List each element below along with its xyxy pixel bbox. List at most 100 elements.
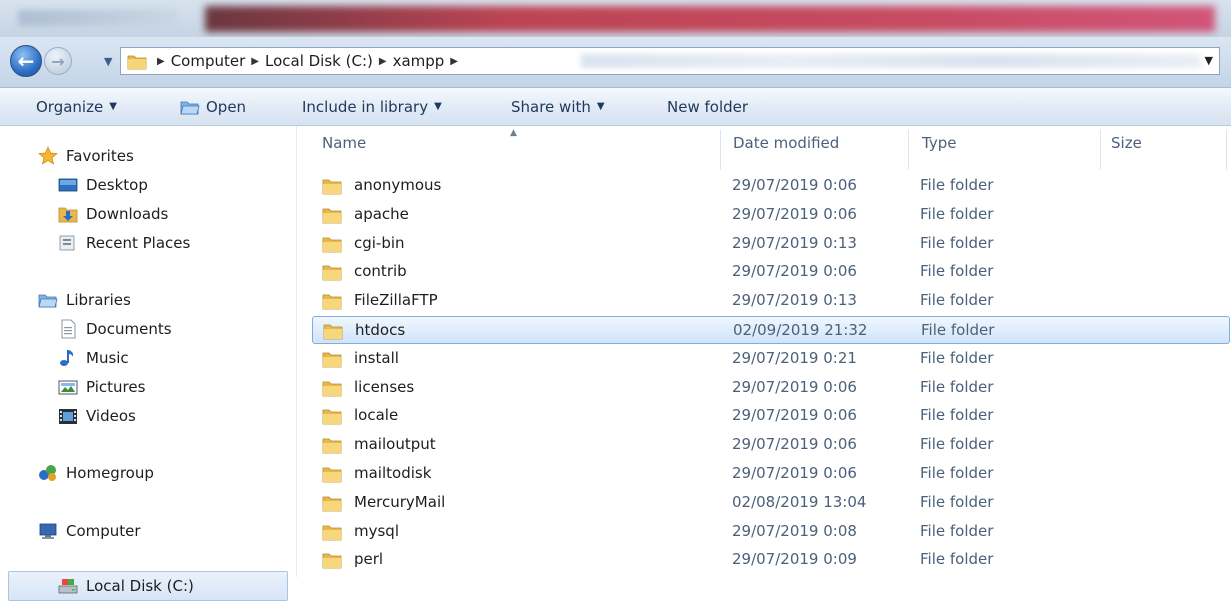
file-name[interactable]: locale bbox=[354, 406, 398, 424]
nav-desktop[interactable]: Desktop bbox=[58, 173, 148, 197]
file-row[interactable]: contrib 29/07/2019 0:06 File folder bbox=[312, 258, 1230, 286]
column-header-type[interactable]: Type bbox=[922, 134, 956, 152]
forward-arrow-icon: → bbox=[51, 51, 65, 71]
file-row[interactable]: apache 29/07/2019 0:06 File folder bbox=[312, 201, 1230, 229]
downloads-folder-icon bbox=[58, 207, 78, 223]
document-icon bbox=[61, 319, 76, 339]
file-type: File folder bbox=[920, 176, 994, 194]
file-name[interactable]: perl bbox=[354, 550, 383, 568]
homegroup-icon bbox=[39, 465, 56, 481]
recent-pages-dropdown-icon[interactable]: ▼ bbox=[104, 55, 112, 68]
nav-homegroup[interactable]: Homegroup bbox=[38, 461, 154, 485]
file-date-modified: 29/07/2019 0:06 bbox=[732, 377, 857, 396]
file-row[interactable]: htdocs 02/09/2019 21:32 File folder bbox=[312, 316, 1230, 344]
file-name[interactable]: install bbox=[354, 349, 399, 367]
file-name[interactable]: licenses bbox=[354, 378, 414, 396]
file-row[interactable]: install 29/07/2019 0:21 File folder bbox=[312, 345, 1230, 373]
nav-downloads[interactable]: Downloads bbox=[58, 202, 168, 226]
breadcrumb-arrow-icon[interactable]: ▶ bbox=[157, 56, 165, 67]
column-header-date[interactable]: Date modified bbox=[733, 134, 839, 152]
file-list: ▲ Name Date modified Type Size anonymous… bbox=[300, 126, 1231, 577]
file-row[interactable]: locale 29/07/2019 0:06 File folder bbox=[312, 402, 1230, 430]
navigation-bar: ← → ▼ ▶ Computer ▶ Local Disk (C:) ▶ xam… bbox=[0, 37, 1231, 88]
column-divider[interactable] bbox=[1100, 130, 1101, 170]
file-row[interactable]: MercuryMail 02/08/2019 13:04 File folder bbox=[312, 489, 1230, 517]
breadcrumb-local-disk[interactable]: Local Disk (C:) bbox=[265, 52, 373, 70]
file-type: File folder bbox=[920, 464, 994, 482]
videos-icon bbox=[59, 409, 77, 424]
include-label: Include in library bbox=[302, 97, 429, 116]
nav-label: Videos bbox=[86, 407, 136, 425]
nav-favorites[interactable]: Favorites bbox=[38, 144, 134, 168]
file-name[interactable]: FileZillaFTP bbox=[354, 291, 438, 309]
nav-pictures[interactable]: Pictures bbox=[58, 375, 145, 399]
breadcrumb-arrow-icon[interactable]: ▶ bbox=[379, 56, 387, 67]
organize-label: Organize bbox=[36, 97, 104, 116]
navigation-pane: Favorites Desktop Downloads Recent Place… bbox=[0, 126, 296, 601]
nav-label: Documents bbox=[86, 320, 172, 338]
file-date-modified: 02/08/2019 13:04 bbox=[732, 492, 867, 511]
folder-icon bbox=[322, 550, 342, 570]
nav-videos[interactable]: Videos bbox=[58, 404, 136, 428]
file-date-modified: 29/07/2019 0:06 bbox=[732, 262, 857, 281]
nav-label: Favorites bbox=[66, 147, 134, 165]
nav-label: Recent Places bbox=[86, 234, 191, 252]
file-row[interactable]: mailtodisk 29/07/2019 0:06 File folder bbox=[312, 460, 1230, 488]
back-arrow-icon: ← bbox=[17, 49, 35, 73]
file-name[interactable]: anonymous bbox=[354, 176, 441, 194]
back-button[interactable]: ← bbox=[10, 45, 42, 77]
file-name[interactable]: contrib bbox=[354, 262, 407, 280]
sort-ascending-icon: ▲ bbox=[510, 128, 517, 138]
file-date-modified: 29/07/2019 0:13 bbox=[732, 233, 857, 252]
column-divider[interactable] bbox=[720, 130, 721, 170]
breadcrumb-arrow-icon[interactable]: ▶ bbox=[251, 56, 259, 67]
forward-button[interactable]: → bbox=[44, 47, 72, 75]
hard-drive-icon bbox=[58, 579, 78, 594]
folder-icon bbox=[322, 205, 342, 225]
file-name[interactable]: mailoutput bbox=[354, 435, 436, 453]
file-name[interactable]: mailtodisk bbox=[354, 464, 431, 482]
include-in-library-button[interactable]: Include in library ▼ bbox=[302, 88, 442, 125]
column-header-size[interactable]: Size bbox=[1111, 134, 1142, 152]
file-name[interactable]: apache bbox=[354, 205, 409, 223]
file-row[interactable]: perl 29/07/2019 0:09 File folder bbox=[312, 546, 1230, 574]
column-divider[interactable] bbox=[908, 130, 909, 170]
open-button[interactable]: Open bbox=[180, 88, 246, 125]
new-folder-button[interactable]: New folder bbox=[667, 88, 748, 125]
file-type: File folder bbox=[920, 233, 994, 252]
column-divider[interactable] bbox=[1226, 130, 1227, 170]
file-row[interactable]: FileZillaFTP 29/07/2019 0:13 File folder bbox=[312, 287, 1230, 315]
organize-button[interactable]: Organize ▼ bbox=[36, 88, 117, 125]
file-date-modified: 29/07/2019 0:06 bbox=[732, 406, 857, 425]
title-bar bbox=[0, 0, 1231, 37]
nav-documents[interactable]: Documents bbox=[58, 317, 172, 341]
nav-computer[interactable]: Computer bbox=[38, 519, 141, 543]
nav-music[interactable]: Music bbox=[58, 346, 129, 370]
file-name[interactable]: mysql bbox=[354, 522, 399, 540]
file-row[interactable]: mysql 29/07/2019 0:08 File folder bbox=[312, 518, 1230, 546]
file-row[interactable]: licenses 29/07/2019 0:06 File folder bbox=[312, 374, 1230, 402]
file-row[interactable]: anonymous 29/07/2019 0:06 File folder bbox=[312, 172, 1230, 200]
breadcrumb-computer[interactable]: Computer bbox=[171, 52, 246, 70]
nav-recent-places[interactable]: Recent Places bbox=[58, 231, 190, 255]
breadcrumb-arrow-icon[interactable]: ▶ bbox=[450, 56, 458, 67]
address-dropdown-icon[interactable]: ▼ bbox=[1205, 54, 1213, 67]
file-name[interactable]: MercuryMail bbox=[354, 493, 445, 511]
address-bar[interactable]: ▶ Computer ▶ Local Disk (C:) ▶ xampp ▶ ▼ bbox=[120, 47, 1220, 75]
file-row[interactable]: cgi-bin 29/07/2019 0:13 File folder bbox=[312, 230, 1230, 258]
nav-libraries[interactable]: Libraries bbox=[38, 288, 131, 312]
file-date-modified: 02/09/2019 21:32 bbox=[733, 321, 868, 339]
column-header-name[interactable]: Name bbox=[322, 134, 366, 152]
folder-icon bbox=[322, 493, 342, 513]
pictures-icon bbox=[58, 380, 78, 395]
file-type: File folder bbox=[920, 348, 994, 367]
share-with-button[interactable]: Share with ▼ bbox=[511, 88, 605, 125]
file-row[interactable]: mailoutput 29/07/2019 0:06 File folder bbox=[312, 431, 1230, 459]
file-type: File folder bbox=[920, 377, 994, 396]
nav-local-disk[interactable]: Local Disk (C:) bbox=[58, 574, 194, 598]
pane-splitter[interactable] bbox=[296, 126, 297, 577]
file-name[interactable]: htdocs bbox=[355, 321, 405, 339]
file-type: File folder bbox=[920, 204, 994, 223]
file-name[interactable]: cgi-bin bbox=[354, 234, 405, 252]
breadcrumb-xampp[interactable]: xampp bbox=[393, 52, 445, 70]
